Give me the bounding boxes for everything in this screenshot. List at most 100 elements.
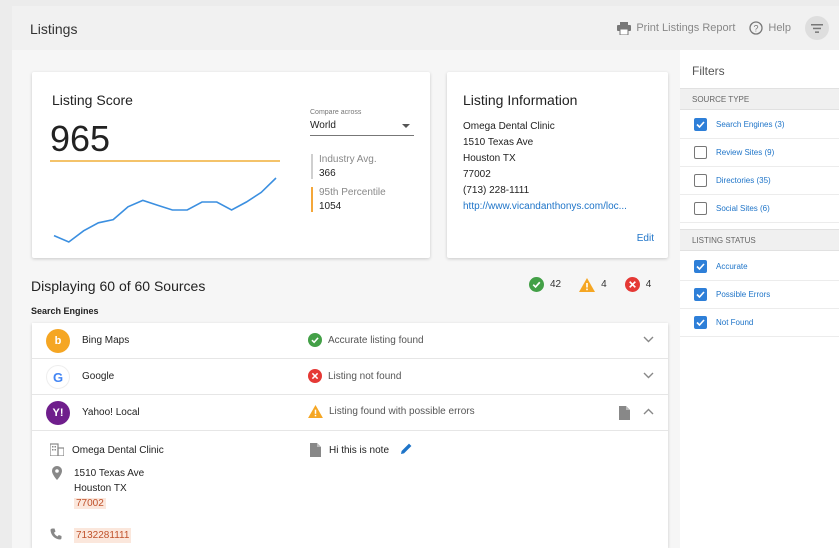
detail-phone: 7132281111 xyxy=(50,528,132,543)
sources-list: b Bing Maps Accurate listing found G Goo… xyxy=(32,323,668,548)
error-count[interactable]: 4 xyxy=(624,277,652,292)
checkbox-checked[interactable] xyxy=(694,316,707,329)
source-status: Listing not found xyxy=(308,369,401,383)
filter-label: Directories (35) xyxy=(716,176,771,185)
business-website-link[interactable]: http://www.vicandanthonys.com/loc... xyxy=(463,199,627,215)
checkbox-unchecked[interactable] xyxy=(694,202,707,215)
source-detail-panel: Omega Dental Clinic 1510 Texas Ave Houst… xyxy=(32,431,668,548)
help-icon: ? xyxy=(749,21,764,35)
sources-count-heading: Displaying 60 of 60 Sources xyxy=(31,278,206,294)
detail-note-text: Hi this is note xyxy=(329,445,390,456)
detail-business-name: Omega Dental Clinic xyxy=(50,443,164,458)
business-street: 1510 Texas Ave xyxy=(463,137,534,148)
main-content: Listing Score 965 Compare across World I… xyxy=(12,50,680,548)
yahoo-logo-icon: Y! xyxy=(46,401,70,425)
listing-score-title: Listing Score xyxy=(52,92,133,108)
document-icon[interactable] xyxy=(619,406,630,420)
listing-information-title: Listing Information xyxy=(463,92,578,108)
checkbox-checked[interactable] xyxy=(694,118,707,131)
source-row-bing-maps[interactable]: b Bing Maps Accurate listing found xyxy=(32,323,668,359)
pencil-icon[interactable] xyxy=(401,443,412,454)
error-circle-icon xyxy=(624,277,640,292)
checkmark-icon xyxy=(696,319,705,326)
source-name: Google xyxy=(82,371,115,382)
filter-review-sites[interactable]: Review Sites (9) xyxy=(680,139,839,167)
chevron-up-icon[interactable] xyxy=(643,408,654,415)
filter-search-engines[interactable]: Search Engines (3) xyxy=(680,111,839,139)
source-row-yahoo-local[interactable]: Y! Yahoo! Local Listing found with possi… xyxy=(32,395,668,431)
filter-accurate[interactable]: Accurate xyxy=(680,253,839,281)
help-button[interactable]: ? Help xyxy=(749,21,791,35)
listing-information-details: Omega Dental Clinic 1510 Texas Ave Houst… xyxy=(463,119,627,215)
compare-value: World xyxy=(310,120,336,131)
filter-social-sites[interactable]: Social Sites (6) xyxy=(680,195,839,223)
error-circle-icon xyxy=(308,369,322,383)
filters-title: Filters xyxy=(692,64,725,78)
source-status-text: Listing not found xyxy=(328,370,402,382)
note-icon xyxy=(310,443,321,457)
filter-icon xyxy=(811,23,823,33)
edit-button[interactable]: Edit xyxy=(637,233,654,244)
percentile-value: 1054 xyxy=(319,201,342,212)
source-name: Bing Maps xyxy=(82,335,130,346)
accurate-count[interactable]: 42 xyxy=(529,277,561,292)
listing-score-card: Listing Score 965 Compare across World I… xyxy=(32,72,430,258)
source-name: Yahoo! Local xyxy=(82,407,140,418)
filter-directories[interactable]: Directories (35) xyxy=(680,167,839,195)
help-label: Help xyxy=(768,22,791,34)
percentile-label: 95th Percentile xyxy=(319,187,386,198)
bing-logo-icon: b xyxy=(46,329,70,353)
compare-label: Compare across xyxy=(310,109,362,116)
location-pin-icon xyxy=(52,466,62,480)
source-status-text: Accurate listing found xyxy=(328,334,424,346)
filters-panel: Filters SOURCE TYPE Search Engines (3) R… xyxy=(680,50,839,548)
chevron-down-icon[interactable] xyxy=(643,372,654,379)
phone-icon xyxy=(50,528,62,540)
section-label: Search Engines xyxy=(31,306,99,316)
detail-phone-text: 7132281111 xyxy=(74,528,132,543)
business-zip: 77002 xyxy=(463,169,491,180)
print-report-button[interactable]: Print Listings Report xyxy=(617,21,736,35)
detail-zip: 77002 xyxy=(74,498,106,509)
dropdown-arrow-icon xyxy=(402,124,410,128)
score-trend-line xyxy=(53,177,277,243)
filter-label: Not Found xyxy=(716,318,754,327)
checkbox-unchecked[interactable] xyxy=(694,174,707,187)
industry-average: Industry Avg. 366 xyxy=(311,154,377,179)
warning-icon xyxy=(579,277,596,292)
check-circle-icon xyxy=(308,333,322,347)
filter-label: Search Engines (3) xyxy=(716,120,785,129)
building-icon xyxy=(50,443,64,456)
chevron-down-icon[interactable] xyxy=(643,336,654,343)
business-phone: (713) 228-1111 xyxy=(463,185,530,196)
detail-name-text: Omega Dental Clinic xyxy=(72,445,164,456)
compare-select[interactable]: World xyxy=(310,120,414,136)
source-type-section: SOURCE TYPE xyxy=(680,88,839,110)
checkbox-unchecked[interactable] xyxy=(694,146,707,159)
checkbox-checked[interactable] xyxy=(694,260,707,273)
print-report-label: Print Listings Report xyxy=(636,22,736,34)
error-count-value: 4 xyxy=(645,279,652,290)
svg-text:?: ? xyxy=(754,24,759,34)
checkbox-checked[interactable] xyxy=(694,288,707,301)
business-name: Omega Dental Clinic xyxy=(463,121,555,132)
source-status: Accurate listing found xyxy=(308,333,424,347)
filter-toggle-button[interactable] xyxy=(805,16,829,40)
score-trend-chart xyxy=(53,177,277,243)
source-row-google[interactable]: G Google Listing not found xyxy=(32,359,668,395)
filter-not-found[interactable]: Not Found xyxy=(680,309,839,337)
score-underline xyxy=(50,160,280,162)
detail-note: Hi this is note xyxy=(310,443,412,458)
filter-label: Accurate xyxy=(716,262,748,271)
industry-average-label: Industry Avg. xyxy=(319,154,377,165)
source-status-text: Listing found with possible errors xyxy=(329,406,475,417)
industry-average-value: 366 xyxy=(319,168,336,179)
warning-count[interactable]: 4 xyxy=(579,277,607,292)
business-city: Houston TX xyxy=(463,153,516,164)
filter-possible-errors[interactable]: Possible Errors xyxy=(680,281,839,309)
source-status: Listing found with possible errors xyxy=(308,405,475,418)
warning-icon xyxy=(308,405,323,418)
detail-address: 1510 Texas Ave Houston TX 77002 xyxy=(52,466,144,511)
checkmark-icon xyxy=(696,291,705,298)
google-logo-icon: G xyxy=(46,365,70,389)
